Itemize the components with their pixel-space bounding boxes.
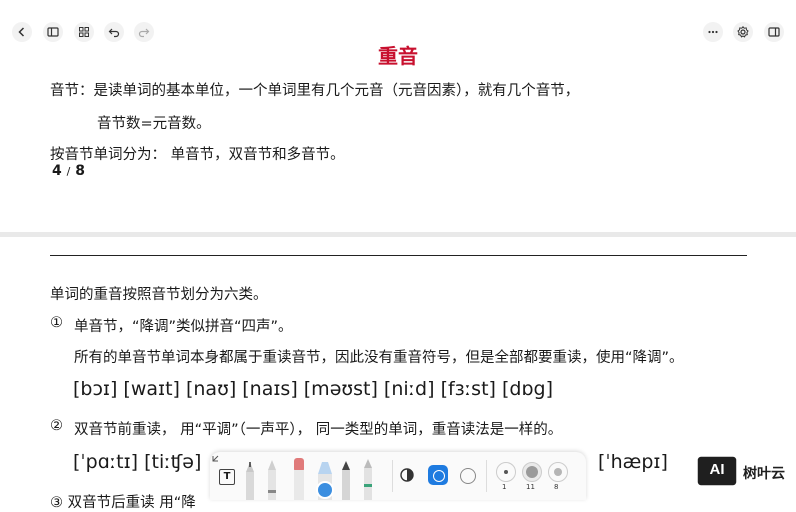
- text-tool-icon[interactable]: T: [219, 469, 235, 485]
- intro-text: 单词的重音按照音节划分为六类。: [50, 287, 268, 303]
- grid-view-button[interactable]: [74, 22, 94, 42]
- item-1-number: ①: [50, 315, 63, 331]
- item-2-number: ②: [50, 418, 63, 434]
- redo-button[interactable]: [134, 22, 154, 42]
- panel-icon: [768, 27, 780, 37]
- item-3-partial: ③ 双音节后重读 用“降: [50, 495, 196, 511]
- circle-shape-icon: [433, 470, 445, 482]
- item-1-phonetics: [bɔɪ] [waɪt] [naʊ] [naɪs] [məʊst] [niːd]…: [73, 378, 553, 400]
- page-indicator: 4 / 8: [52, 163, 85, 179]
- collapse-icon[interactable]: [210, 452, 222, 464]
- page-number: 4: [52, 163, 62, 179]
- chevron-left-icon: [18, 27, 25, 37]
- size-option-small[interactable]: [496, 462, 516, 482]
- logo-text: AI: [709, 461, 725, 478]
- size-label-large: 8: [554, 483, 559, 491]
- sidebar-icon: [47, 27, 59, 37]
- fountain-pen-icon[interactable]: [364, 459, 372, 500]
- syllable-definition: 音节：是读单词的基本单位，一个单词里有几个元音（元音因素），就有几个音节，: [50, 83, 580, 99]
- page-title: 重音: [378, 44, 418, 68]
- page-separator: /: [66, 165, 71, 178]
- brand-name: 树叶云: [743, 466, 785, 482]
- item-2-phonetics-right: [ˈhæpɪ]: [598, 451, 668, 473]
- item-2-phonetics-left: [ˈpɑːtɪ] [tiːʧə]: [73, 451, 202, 473]
- annotation-toolbar: T 1 11 8: [210, 452, 586, 500]
- item-1-title: 单音节，“降调”类似拼音“四声”。: [74, 319, 293, 335]
- shape-color-button[interactable]: [428, 465, 448, 485]
- syllable-classification: 按音节单词分为： 单音节，双音节和多音节。: [50, 147, 345, 163]
- redo-icon: [138, 28, 150, 38]
- more-icon: [708, 30, 718, 34]
- watermark: AI 树叶云: [696, 453, 796, 493]
- eraser-icon[interactable]: [294, 458, 304, 500]
- toolbar-divider: [392, 460, 393, 492]
- page-total: 8: [75, 163, 85, 179]
- outline-circle-icon[interactable]: [460, 468, 476, 484]
- highlighter-icon[interactable]: [316, 462, 334, 500]
- more-button[interactable]: [703, 22, 723, 42]
- back-button[interactable]: [12, 22, 32, 42]
- item-2-title: 双音节前重读， 用“平调”（一声平）， 同一类型的单词，重音读法是一样的。: [74, 422, 563, 438]
- toolbar-divider-2: [486, 460, 487, 492]
- lasso-icon[interactable]: [398, 466, 416, 484]
- marker-icon[interactable]: [342, 461, 350, 500]
- size-label-small: 1: [502, 483, 507, 491]
- undo-button[interactable]: [104, 22, 124, 42]
- sidebar-toggle-button[interactable]: [43, 22, 63, 42]
- size-option-large[interactable]: [548, 462, 568, 482]
- panel-toggle-button[interactable]: [764, 22, 784, 42]
- undo-icon: [108, 28, 120, 38]
- gear-icon: [737, 26, 749, 38]
- settings-button[interactable]: [733, 22, 753, 42]
- item-1-description: 所有的单音节单词本身都属于重读音节，因此没有重音符号，但是全部都要重读，使用“降…: [74, 350, 684, 366]
- grid-icon: [79, 27, 89, 37]
- size-option-medium[interactable]: [522, 462, 542, 482]
- size-label-medium: 11: [526, 483, 535, 491]
- pencil-icon[interactable]: [246, 462, 254, 500]
- divider-line: [50, 255, 747, 256]
- ballpoint-pen-icon[interactable]: [268, 460, 276, 500]
- pen-tools: [246, 458, 372, 500]
- syllable-equation: 音节数=元音数。: [97, 116, 211, 132]
- page-1: 重音 音节：是读单词的基本单位，一个单词里有几个元音（元音因素），就有几个音节，…: [0, 0, 796, 232]
